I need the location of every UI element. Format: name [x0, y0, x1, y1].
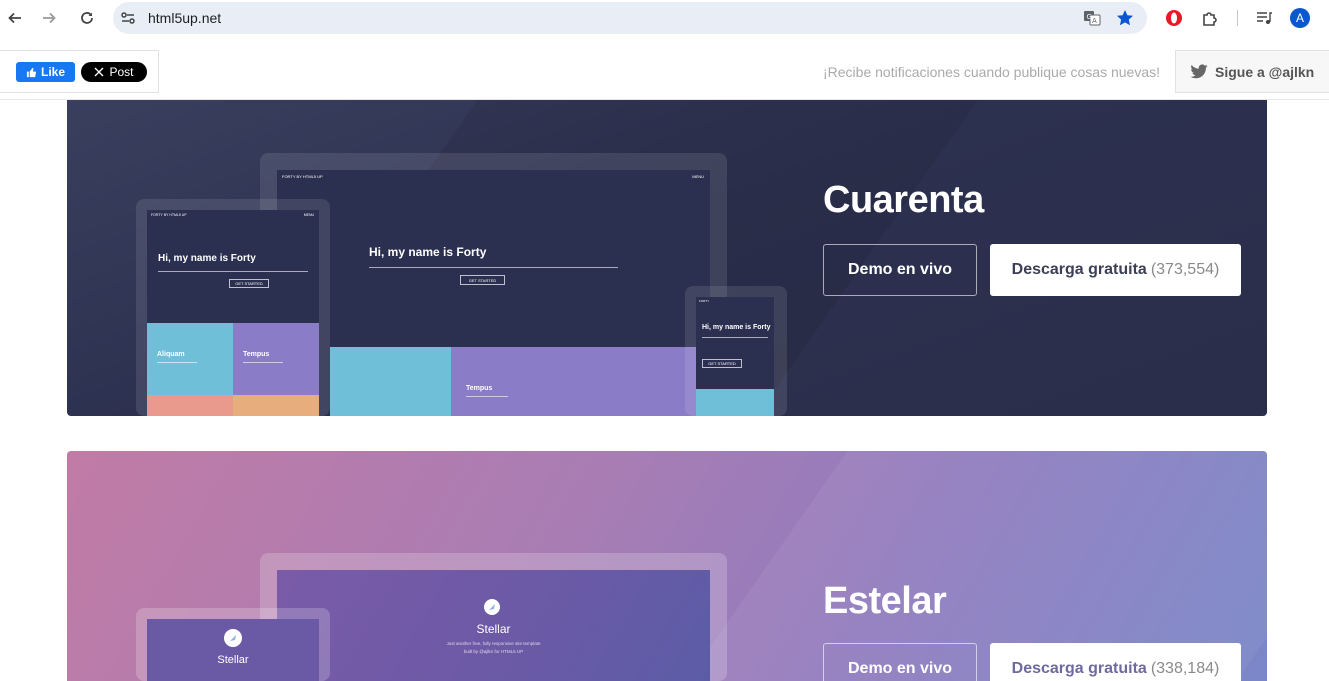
extensions-icon[interactable] [1199, 7, 1221, 29]
mockup-tile-blue: Aliquam [147, 323, 233, 395]
x-logo-icon [94, 67, 104, 77]
live-demo-button[interactable]: Demo en vivo [823, 244, 977, 296]
social-bar: Like Post ¡Recibe notificaciones cuando … [0, 42, 1329, 100]
tile-label: Tempus [466, 385, 493, 392]
theme-card-stellar: Stellar Just another free, fully respons… [67, 451, 1267, 681]
tablet-mockup: Stellar [136, 608, 330, 681]
reload-icon[interactable] [77, 8, 97, 28]
mockup-divider [702, 337, 768, 338]
mockup-tile-purple: Tempus [451, 347, 710, 416]
mockup-button: GET STARTED [229, 279, 269, 288]
follow-label: Sigue a @ajlkn [1215, 63, 1315, 80]
tile-label: Tempus [243, 351, 270, 358]
forward-icon[interactable] [39, 8, 59, 28]
phone-mockup: FORTY Hi, my name is Forty GET STARTED [685, 286, 787, 416]
laptop-screen: FORTY BY HTML5 UP MENU Hi, my name is Fo… [277, 170, 710, 416]
mockup-heading: Hi, my name is Forty [369, 245, 487, 259]
tile-label: Aliquam [157, 351, 185, 358]
twitter-bird-icon [1190, 64, 1208, 79]
by-text: BY HTML5 UP [296, 174, 323, 179]
mockup-heading: Stellar [476, 622, 511, 636]
mockup-logo: FORTY BY HTML5 UP [151, 213, 187, 217]
theme-title: Cuarenta [823, 179, 984, 221]
mockup-tile-blue [330, 347, 451, 416]
mockup-subtext2: built by @ajlkn for HTML5 UP [463, 649, 524, 654]
mockup-button: GET STARTED [702, 359, 742, 368]
media-control-icon[interactable] [1253, 7, 1275, 29]
free-download-button[interactable]: Descarga gratuita (373,554) [990, 244, 1241, 296]
facebook-like-button[interactable]: Like [16, 62, 75, 82]
download-count: (338,184) [1150, 660, 1220, 677]
like-label: Like [40, 65, 65, 79]
theme-title: Estelar [823, 580, 947, 622]
mockup-logo: FORTY [699, 299, 710, 303]
tablet-screen: Stellar [147, 619, 319, 681]
post-label: Post [109, 65, 134, 79]
mockup-tile-purple: Tempus [233, 323, 319, 395]
mockup-heading: Hi, my name is Forty [702, 324, 771, 331]
toolbar-separator [1237, 10, 1238, 26]
site-info-icon[interactable] [119, 9, 137, 27]
mockup-menu: MENU [692, 174, 704, 179]
tile-divider [466, 396, 508, 397]
mockup-menu: MENU [303, 213, 314, 217]
mockup-tile-blue [696, 389, 774, 416]
tablet-screen: FORTY BY HTML5 UP MENU Hi, my name is Fo… [147, 210, 319, 416]
mockup-heading: Hi, my name is Forty [158, 253, 256, 264]
theme-card-forty: FORTY BY HTML5 UP MENU Hi, my name is Fo… [67, 100, 1267, 416]
tile-divider [157, 362, 197, 363]
back-icon[interactable] [5, 8, 25, 28]
tablet-mockup: FORTY BY HTML5 UP MENU Hi, my name is Fo… [136, 199, 330, 416]
mockup-heading: Stellar [217, 654, 249, 666]
profile-avatar[interactable]: A [1290, 8, 1310, 28]
mockup-divider [369, 267, 618, 268]
notify-text: ¡Recibe notificaciones cuando publique c… [823, 64, 1160, 80]
mockup-tile-orange [233, 395, 319, 416]
laptop-mockup: FORTY BY HTML5 UP MENU Hi, my name is Fo… [260, 153, 727, 416]
free-download-button[interactable]: Descarga gratuita (338,184) [990, 643, 1241, 681]
browser-toolbar: html5up.net GA A [0, 0, 1329, 36]
by-text: BY HTML5 UP [163, 213, 187, 217]
mockup-divider [158, 271, 308, 272]
logo-text: FORTY [282, 174, 296, 179]
download-count: (373,554) [1150, 261, 1220, 278]
url-text: html5up.net [148, 10, 222, 26]
svg-text:A: A [1092, 17, 1097, 25]
stellar-logo-icon [484, 599, 500, 615]
laptop-mockup: Stellar Just another free, fully respons… [260, 553, 727, 681]
opera-icon[interactable] [1163, 7, 1185, 29]
mockup-subtext: Just another free, fully responsive site… [446, 641, 541, 646]
logo-text: FORTY [151, 213, 163, 217]
download-label: Descarga gratuita [1011, 261, 1147, 278]
live-demo-button[interactable]: Demo en vivo [823, 643, 977, 681]
address-bar[interactable]: html5up.net GA [113, 2, 1147, 34]
mockup-logo: FORTY BY HTML5 UP [282, 174, 323, 179]
mockup-button: GET STARTED [460, 275, 505, 285]
tile-divider [243, 362, 283, 363]
mockup-tile-salmon [147, 395, 233, 416]
share-buttons-box: Like Post [0, 50, 159, 93]
thumbs-up-icon [26, 67, 37, 77]
download-label: Descarga gratuita [1011, 660, 1147, 677]
x-post-button[interactable]: Post [81, 62, 147, 82]
bookmark-star-icon[interactable] [1115, 8, 1135, 28]
laptop-screen: Stellar Just another free, fully respons… [277, 570, 710, 681]
stellar-logo-icon [224, 629, 242, 647]
follow-twitter-button[interactable]: Sigue a @ajlkn [1175, 50, 1329, 93]
translate-icon[interactable]: GA [1082, 8, 1102, 28]
phone-screen: FORTY Hi, my name is Forty GET STARTED [696, 297, 774, 416]
